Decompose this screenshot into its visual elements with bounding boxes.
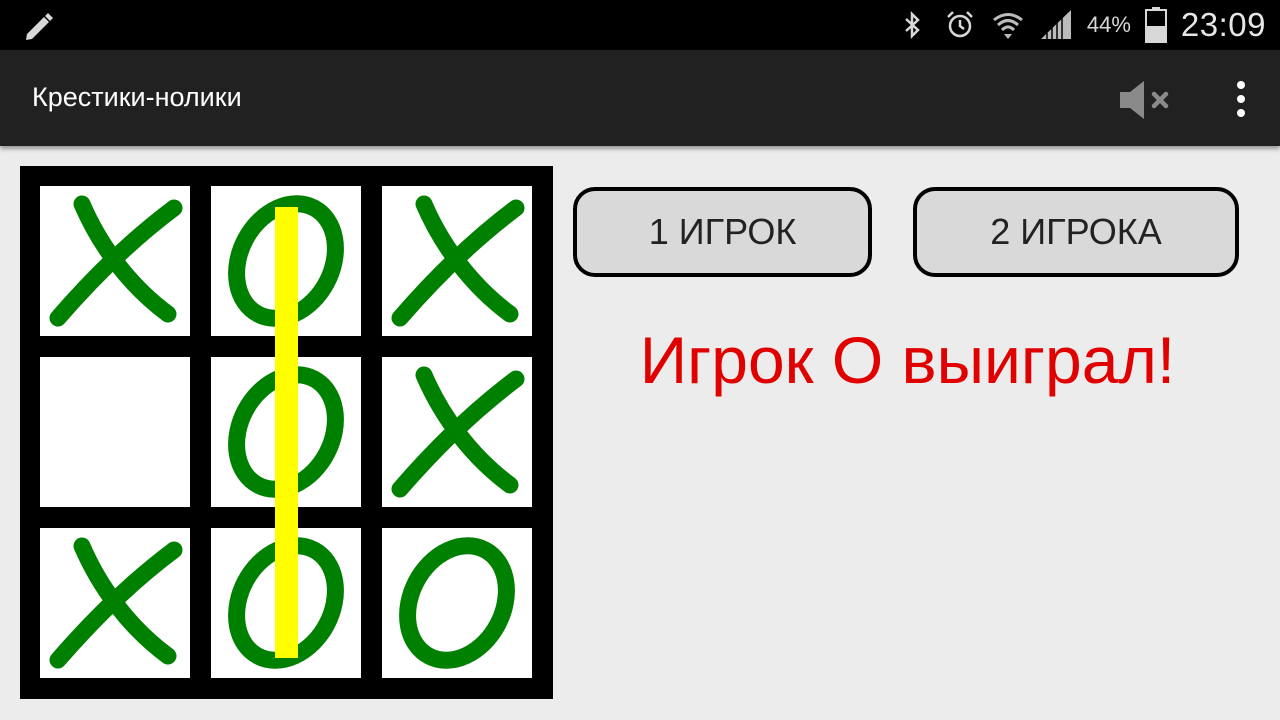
app-bar: Крестики-нолики: [0, 50, 1280, 146]
x-mark-icon: [391, 195, 525, 327]
status-bar: 44% 23:09: [0, 0, 1280, 50]
board-cell-3-3[interactable]: [382, 528, 532, 678]
result-message: Игрок О выиграл!: [639, 323, 1176, 397]
board-cell-1-1[interactable]: [40, 186, 190, 336]
sound-off-icon[interactable]: [1118, 78, 1178, 122]
signal-icon: [1039, 8, 1073, 42]
x-mark-icon: [49, 537, 183, 669]
pencil-icon: [22, 9, 56, 43]
board-cell-1-3[interactable]: [382, 186, 532, 336]
wifi-icon: [991, 8, 1025, 42]
x-mark-icon: [391, 366, 525, 498]
bluetooth-icon: [895, 8, 929, 42]
board-cell-2-3[interactable]: [382, 357, 532, 507]
more-vert-icon[interactable]: [1234, 78, 1248, 122]
battery-percent: 44%: [1086, 12, 1131, 37]
one-player-button[interactable]: 1 ИГРОК: [573, 187, 872, 277]
x-mark-icon: [49, 195, 183, 327]
app-title: Крестики-нолики: [32, 82, 242, 112]
o-mark-icon: [399, 537, 515, 669]
winning-line: [275, 207, 298, 658]
clock: 23:09: [1180, 6, 1266, 43]
two-players-button[interactable]: 2 ИГРОКА: [913, 187, 1239, 277]
battery-icon: [1144, 7, 1167, 43]
board-cell-3-1[interactable]: [40, 528, 190, 678]
board-cell-2-1[interactable]: [40, 357, 190, 507]
alarm-icon: [943, 8, 977, 42]
